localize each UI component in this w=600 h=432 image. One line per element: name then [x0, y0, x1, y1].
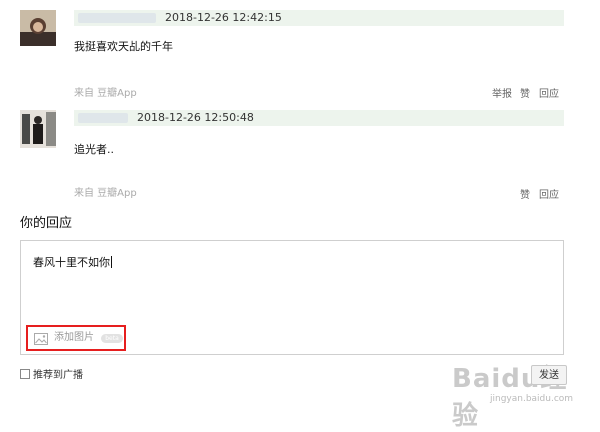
- beta-badge: beta: [101, 334, 123, 343]
- reply-button[interactable]: 回应: [539, 190, 559, 202]
- username-blurred[interactable]: [78, 13, 156, 23]
- text-caret: [111, 256, 112, 268]
- reply-input-value[interactable]: 春风十里不如你: [33, 254, 112, 270]
- comment-text: 我挺喜欢天乩的千年: [74, 40, 173, 53]
- comment-source: 来自 豆瓣App: [74, 188, 137, 199]
- watermark-url: jingyan.baidu.com: [490, 394, 574, 404]
- comment-text: 追光者..: [74, 143, 114, 156]
- reply-section-title: 你的回应: [20, 216, 73, 231]
- report-button[interactable]: 举报: [492, 89, 512, 101]
- avatar[interactable]: [20, 10, 56, 46]
- add-image-label: 添加图片: [54, 332, 94, 343]
- recommend-checkbox[interactable]: 推荐到广播: [20, 369, 83, 382]
- comment-timestamp: 2018-12-26 12:50:48: [137, 111, 254, 124]
- reply-button[interactable]: 回应: [539, 89, 559, 101]
- comment-timestamp: 2018-12-26 12:42:15: [165, 11, 282, 24]
- image-icon: [34, 333, 48, 345]
- checkbox-icon[interactable]: [20, 369, 30, 379]
- recommend-label: 推荐到广播: [33, 370, 83, 381]
- comment-source: 来自 豆瓣App: [74, 88, 137, 99]
- like-button[interactable]: 赞: [520, 89, 530, 101]
- like-button[interactable]: 赞: [520, 190, 530, 202]
- user-avatar-icon: [20, 110, 56, 148]
- reply-textarea[interactable]: 春风十里不如你 添加图片 beta: [20, 240, 564, 355]
- add-image-button[interactable]: 添加图片 beta: [26, 325, 126, 351]
- send-button[interactable]: 发送: [531, 365, 567, 385]
- user-avatar-icon: [20, 10, 56, 46]
- username-blurred[interactable]: [78, 113, 128, 123]
- baidu-watermark: Baidu经验 jingyan.baidu.com: [452, 358, 592, 431]
- avatar[interactable]: [20, 110, 56, 148]
